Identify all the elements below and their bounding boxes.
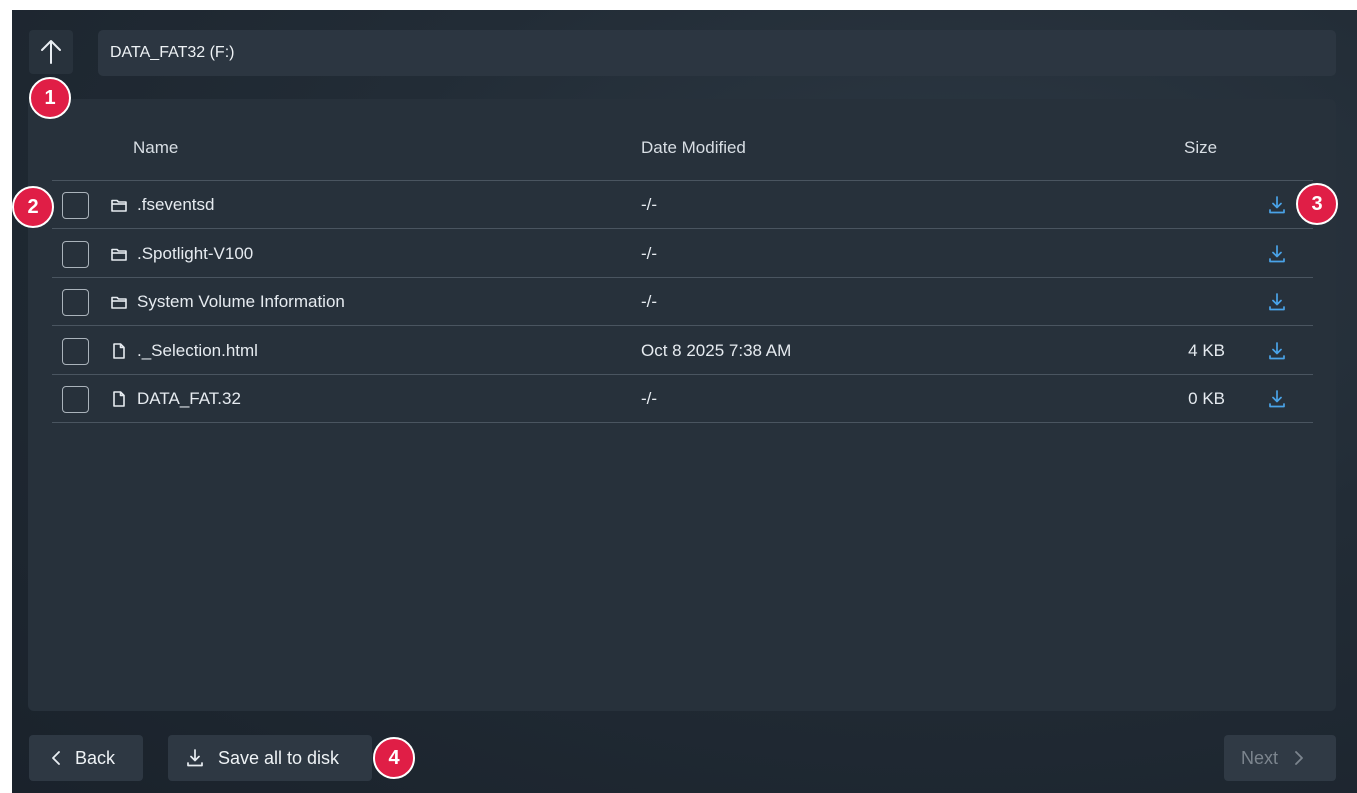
row-checkbox[interactable] (62, 386, 89, 413)
file-icon (113, 391, 125, 407)
table-row[interactable]: .Spotlight-V100 -/- (52, 230, 1313, 278)
annotation-badge: 4 (373, 737, 415, 779)
download-icon[interactable] (1268, 341, 1286, 361)
file-size: 0 KB (1188, 389, 1225, 408)
path-bar-text: DATA_FAT32 (F:) (110, 44, 235, 61)
download-icon[interactable] (1268, 195, 1286, 215)
save-all-button[interactable]: Save all to disk (168, 735, 372, 781)
navigate-up-button[interactable] (29, 30, 73, 74)
file-size: 4 KB (1188, 341, 1225, 360)
back-button[interactable]: Back (29, 735, 143, 781)
annotation-badge: 1 (29, 77, 71, 119)
next-button-label: Next (1241, 747, 1279, 768)
path-bar[interactable]: DATA_FAT32 (F:) (98, 30, 1336, 76)
annotation-badge: 3 (1296, 183, 1338, 225)
row-checkbox[interactable] (62, 338, 89, 365)
table-row[interactable]: System Volume Information -/- (52, 278, 1313, 326)
folder-icon (111, 296, 127, 309)
file-date: -/- (641, 292, 658, 311)
file-browser-window: DATA_FAT32 (F:) Name Date Modified Size … (12, 10, 1357, 793)
file-date: -/- (641, 244, 658, 263)
annotation-badge: 2 (12, 186, 54, 228)
file-icon (113, 343, 125, 359)
folder-icon (111, 248, 127, 261)
download-icon (187, 749, 203, 767)
file-date: Oct 8 2025 7:38 AM (641, 341, 792, 360)
arrow-up-icon (41, 40, 61, 64)
save-all-button-label: Save all to disk (218, 747, 340, 768)
column-header-name[interactable]: Name (133, 138, 178, 158)
row-checkbox[interactable] (62, 289, 89, 316)
file-name: ._Selection.html (137, 341, 258, 360)
file-name: .fseventsd (137, 195, 215, 214)
file-name: DATA_FAT.32 (137, 389, 241, 408)
table-row[interactable]: .fseventsd -/- (52, 181, 1313, 229)
folder-icon (111, 199, 127, 212)
row-checkbox[interactable] (62, 192, 89, 219)
table-row[interactable]: DATA_FAT.32 -/- 0 KB (52, 375, 1313, 423)
file-name: System Volume Information (137, 292, 345, 311)
column-header-size[interactable]: Size (1184, 138, 1217, 158)
table-row[interactable]: ._Selection.html Oct 8 2025 7:38 AM 4 KB (52, 327, 1313, 375)
chevron-right-icon (1295, 751, 1303, 765)
file-date: -/- (641, 195, 658, 214)
next-button[interactable]: Next (1224, 735, 1336, 781)
file-name: .Spotlight-V100 (137, 244, 254, 263)
back-button-label: Back (75, 747, 116, 768)
row-checkbox[interactable] (62, 241, 89, 268)
download-icon[interactable] (1268, 389, 1286, 409)
chevron-left-icon (52, 751, 60, 765)
file-date: -/- (641, 389, 658, 408)
download-icon[interactable] (1268, 244, 1286, 264)
download-icon[interactable] (1268, 292, 1286, 312)
column-header-date-modified[interactable]: Date Modified (641, 138, 746, 158)
